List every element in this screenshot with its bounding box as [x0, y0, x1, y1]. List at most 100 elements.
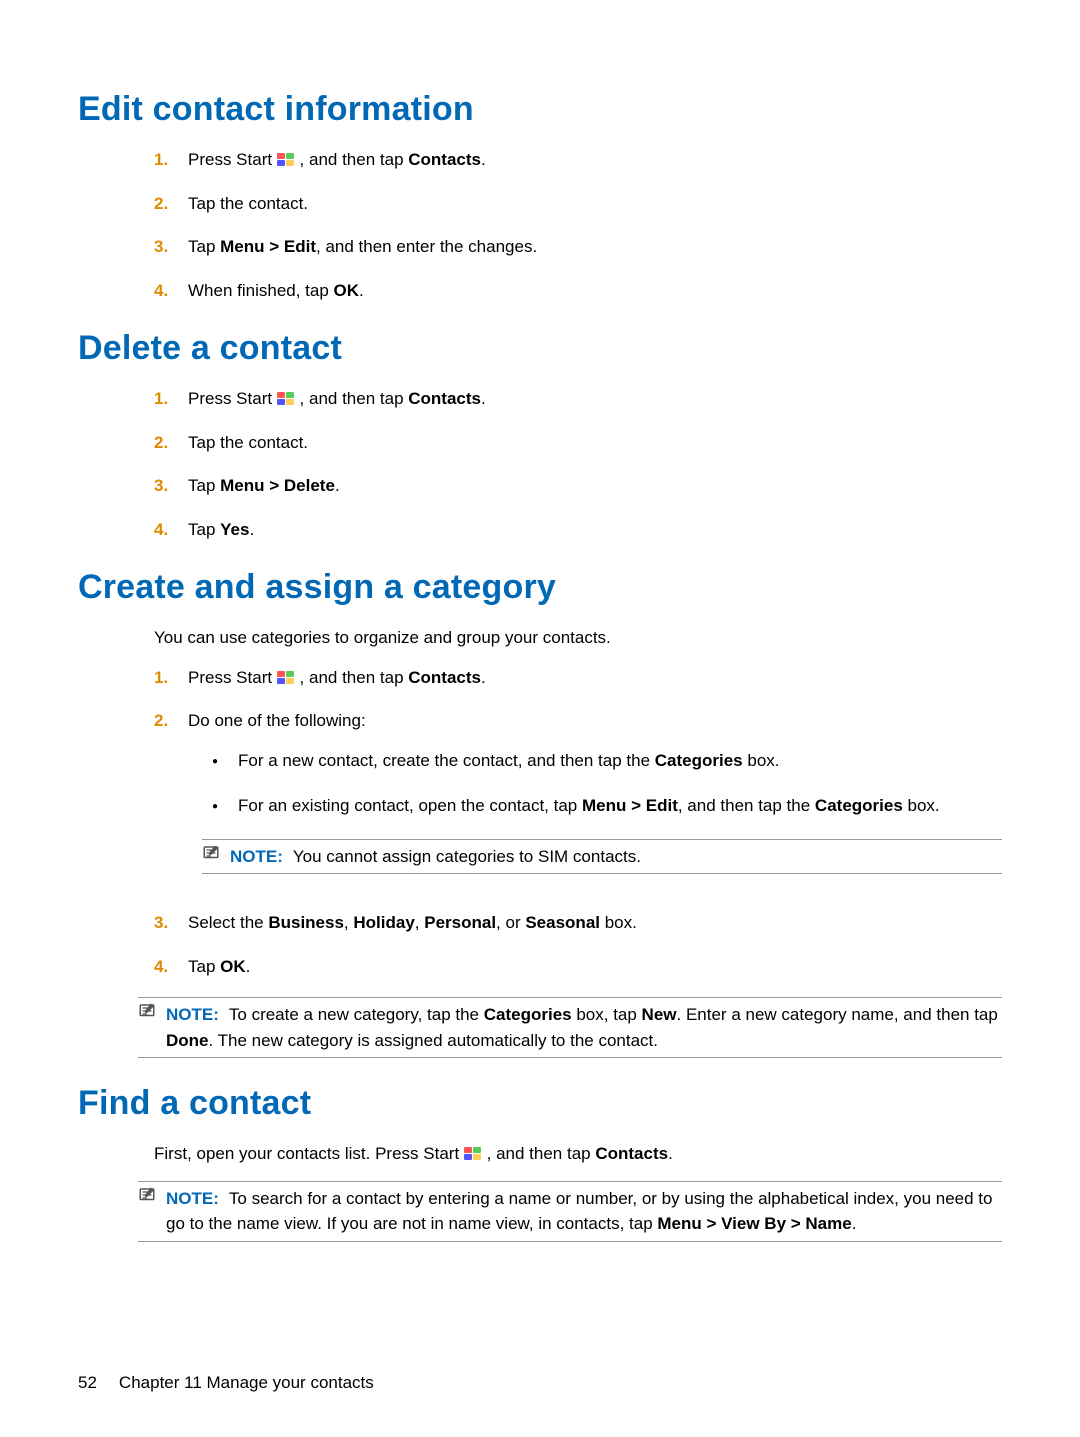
bullet-icon	[212, 793, 238, 819]
bold-text: Menu > Delete	[220, 476, 335, 495]
heading-edit-contact: Edit contact information	[78, 90, 1002, 129]
bold-text: Contacts	[408, 150, 481, 169]
step-text: Tap Yes.	[188, 517, 1002, 543]
step-text: Press Start , and then tap Contacts.	[188, 386, 1002, 412]
bold-text: Holiday	[353, 913, 414, 932]
note-content: NOTE: You cannot assign categories to SIM…	[230, 844, 641, 870]
bold-text: Menu > Edit	[220, 237, 316, 256]
text: .	[359, 281, 364, 300]
note-box-sim: NOTE: You cannot assign categories to SIM…	[202, 839, 1002, 875]
text: , and then tap	[300, 389, 409, 408]
bullet-text: For an existing contact, open the contac…	[238, 793, 940, 819]
list-item: 3. Tap Menu > Delete.	[154, 473, 1002, 499]
text: For an existing contact, open the contac…	[238, 796, 582, 815]
step-number: 2.	[154, 430, 188, 456]
bold-text: Seasonal	[525, 913, 600, 932]
bold-text: OK	[334, 281, 360, 300]
text: , and then tap	[300, 150, 409, 169]
step-number: 4.	[154, 278, 188, 304]
bold-text: Done	[166, 1031, 209, 1050]
note-text: You cannot assign categories to SIM cont…	[293, 847, 641, 866]
heading-find-contact: Find a contact	[78, 1084, 1002, 1123]
step-text: Press Start , and then tap Contacts.	[188, 665, 1002, 691]
list-item: 1. Press Start , and then tap Contacts.	[154, 386, 1002, 412]
text: .	[249, 520, 254, 539]
step-number: 3.	[154, 910, 188, 936]
step-number: 4.	[154, 954, 188, 980]
text: Press Start	[188, 389, 277, 408]
note-box-new-category: NOTE: To create a new category, tap the C…	[138, 997, 1002, 1058]
step-text: Tap the contact.	[188, 191, 1002, 217]
text: . The new category is assigned automatic…	[209, 1031, 659, 1050]
page: Edit contact information 1. Press Start …	[0, 0, 1080, 1437]
bold-text: Menu > View By > Name	[657, 1214, 851, 1233]
text: .	[481, 668, 486, 687]
text: .	[246, 957, 251, 976]
text: First, open your contacts list. Press St…	[154, 1144, 464, 1163]
text: , or	[496, 913, 525, 932]
bold-text: Categories	[655, 751, 743, 770]
text: .	[852, 1214, 857, 1233]
edit-steps-list: 1. Press Start , and then tap Contacts. …	[154, 147, 1002, 303]
text: box.	[743, 751, 780, 770]
text: box.	[903, 796, 940, 815]
bullet-icon	[212, 748, 238, 774]
bold-text: New	[642, 1005, 677, 1024]
note-label: NOTE:	[166, 1005, 219, 1024]
step-number: 3.	[154, 234, 188, 260]
delete-steps-list: 1. Press Start , and then tap Contacts. …	[154, 386, 1002, 542]
windows-start-icon	[277, 153, 295, 167]
note-label: NOTE:	[166, 1189, 219, 1208]
list-item: For a new contact, create the contact, a…	[212, 748, 1002, 774]
bold-text: Categories	[484, 1005, 572, 1024]
step-number: 3.	[154, 473, 188, 499]
bold-text: Contacts	[408, 389, 481, 408]
list-item: 1. Press Start , and then tap Contacts.	[154, 147, 1002, 173]
step-number: 1.	[154, 665, 188, 691]
page-footer: 52 Chapter 11 Manage your contacts	[78, 1373, 374, 1393]
list-item: 4. When finished, tap OK.	[154, 278, 1002, 304]
list-item: 2. Tap the contact.	[154, 430, 1002, 456]
step-text: Do one of the following: For a new conta…	[188, 708, 1002, 892]
text: box.	[600, 913, 637, 932]
category-steps-list: 1. Press Start , and then tap Contacts. …	[154, 665, 1002, 980]
step-text: Tap OK.	[188, 954, 1002, 980]
list-item: 4. Tap Yes.	[154, 517, 1002, 543]
note-content: NOTE:To search for a contact by entering…	[166, 1186, 1002, 1237]
category-lead-text: You can use categories to organize and g…	[154, 625, 1002, 651]
step-number: 4.	[154, 517, 188, 543]
text: , and then tap	[487, 1144, 596, 1163]
text: , and then tap the	[678, 796, 815, 815]
text: To search for a contact by entering a na…	[166, 1189, 992, 1234]
page-number: 52	[78, 1373, 97, 1393]
note-label: NOTE:	[230, 847, 283, 866]
bullet-text: For a new contact, create the contact, a…	[238, 748, 780, 774]
bold-text: Categories	[815, 796, 903, 815]
list-item: 1. Press Start , and then tap Contacts.	[154, 665, 1002, 691]
text: Tap	[188, 957, 220, 976]
note-icon	[202, 844, 220, 868]
note-icon	[138, 1002, 156, 1026]
step-number: 2.	[154, 708, 188, 734]
list-item: 4. Tap OK.	[154, 954, 1002, 980]
step-number: 2.	[154, 191, 188, 217]
windows-start-icon	[464, 1147, 482, 1161]
list-item: For an existing contact, open the contac…	[212, 793, 1002, 819]
text: box, tap	[572, 1005, 642, 1024]
text: , and then enter the changes.	[316, 237, 537, 256]
note-content: NOTE: To create a new category, tap the C…	[166, 1002, 1002, 1053]
text: Tap	[188, 476, 220, 495]
text: .	[668, 1144, 673, 1163]
sub-bullet-list: For a new contact, create the contact, a…	[212, 748, 1002, 819]
text: For a new contact, create the contact, a…	[238, 751, 655, 770]
step-text: Tap Menu > Edit, and then enter the chan…	[188, 234, 1002, 260]
text: ,	[344, 913, 353, 932]
windows-start-icon	[277, 671, 295, 685]
step-text: Select the Business, Holiday, Personal, …	[188, 910, 1002, 936]
chapter-title: Chapter 11 Manage your contacts	[119, 1373, 374, 1393]
windows-start-icon	[277, 392, 295, 406]
bold-text: Personal	[424, 913, 496, 932]
bold-text: Yes	[220, 520, 249, 539]
list-item: 3. Select the Business, Holiday, Persona…	[154, 910, 1002, 936]
text: To create a new category, tap the	[229, 1005, 484, 1024]
